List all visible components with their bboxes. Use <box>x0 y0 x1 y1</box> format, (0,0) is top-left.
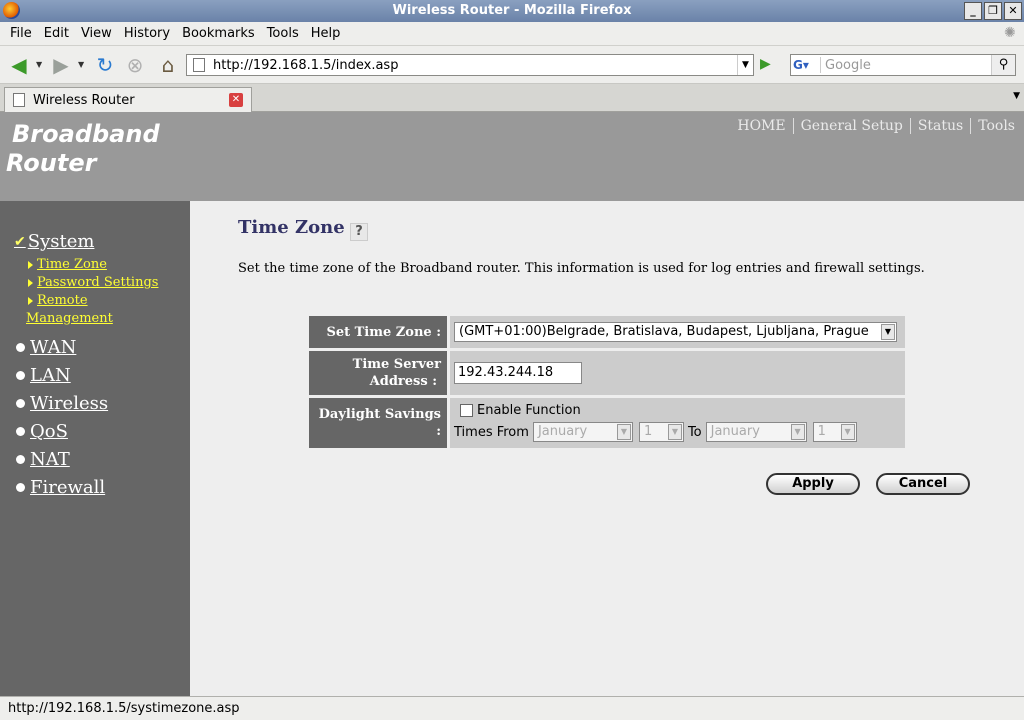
topnav-general-setup[interactable]: General Setup <box>792 118 910 134</box>
times-from-label: Times From <box>454 424 529 440</box>
sidebar-item-nat[interactable]: NAT <box>16 449 70 470</box>
time-zone-form: Set Time Zone : (GMT+01:00)Belgrade, Bra… <box>309 313 905 451</box>
arrow-right-icon <box>28 278 33 287</box>
daylight-savings-row: Daylight Savings: Enable Function Times … <box>309 398 905 448</box>
minimize-button[interactable]: _ <box>964 2 982 20</box>
menu-edit[interactable]: Edit <box>38 26 75 41</box>
menu-history[interactable]: History <box>118 26 176 41</box>
sidebar-item-wan[interactable]: WAN <box>16 337 76 358</box>
sidebar: ✔ System Time Zone Password Settings Rem… <box>0 201 190 696</box>
chevron-down-icon: ▼ <box>667 424 682 440</box>
sidebar-subitem-time-zone[interactable]: Time Zone <box>28 257 107 272</box>
menu-bookmarks[interactable]: Bookmarks <box>176 26 261 41</box>
bullet-icon <box>16 427 25 436</box>
menu-file[interactable]: File <box>4 26 38 41</box>
bullet-icon <box>16 399 25 408</box>
search-engine-icon[interactable]: G▾ <box>793 57 821 73</box>
search-placeholder: Google <box>825 58 871 73</box>
sidebar-item-firewall[interactable]: Firewall <box>16 477 105 498</box>
tab-list-chevron-icon[interactable]: ▼ <box>1013 91 1020 101</box>
to-day-select[interactable]: 1 ▼ <box>812 422 857 442</box>
page-description: Set the time zone of the Broadband route… <box>238 261 925 276</box>
topnav-home[interactable]: HOME <box>730 118 792 134</box>
search-box[interactable]: G▾ Google ⚲ <box>790 54 1016 76</box>
topnav-tools[interactable]: Tools <box>970 118 1022 134</box>
sidebar-subitem-password-settings[interactable]: Password Settings <box>28 275 158 290</box>
chevron-down-icon: ▼ <box>840 424 855 440</box>
help-icon[interactable]: ? <box>350 223 368 241</box>
chevron-down-icon: ▼ <box>881 324 895 340</box>
sidebar-subitem-management[interactable]: Management <box>26 311 113 326</box>
back-arrow-icon[interactable]: ◀ <box>6 52 32 78</box>
window-titlebar: Wireless Router - Mozilla Firefox _ ❐ ✕ <box>0 0 1024 22</box>
time-server-input[interactable]: 192.43.244.18 <box>454 362 582 384</box>
sidebar-subitem-remote[interactable]: Remote <box>28 293 88 308</box>
tab-page-icon <box>13 93 25 107</box>
time-server-row: Time Server Address : 192.43.244.18 <box>309 351 905 395</box>
url-dropdown-icon[interactable]: ▼ <box>737 55 753 75</box>
bullet-icon <box>16 455 25 464</box>
top-navigation: HOME General Setup Status Tools <box>730 118 1022 134</box>
chevron-down-icon: ▼ <box>616 424 631 440</box>
router-header: Broadband Router HOME General Setup Stat… <box>0 112 1024 201</box>
from-day-select[interactable]: 1 ▼ <box>638 422 684 442</box>
cancel-button[interactable]: Cancel <box>876 473 970 495</box>
tab-label: Wireless Router <box>33 93 135 108</box>
page-title: Time Zone <box>238 217 345 238</box>
to-month-select[interactable]: January ▼ <box>705 422 807 442</box>
checkmark-icon: ✔ <box>14 233 26 250</box>
apply-button[interactable]: Apply <box>766 473 860 495</box>
main-content: Time Zone ? Set the time zone of the Bro… <box>190 201 1024 696</box>
bullet-icon <box>16 371 25 380</box>
chevron-down-icon: ▼ <box>790 424 805 440</box>
arrow-right-icon <box>28 296 33 305</box>
arrow-right-icon <box>28 260 33 269</box>
sidebar-item-system[interactable]: ✔ System <box>14 231 94 252</box>
sidebar-item-qos[interactable]: QoS <box>16 421 68 442</box>
status-text: http://192.168.1.5/systimezone.asp <box>8 701 240 716</box>
search-magnifier-icon[interactable]: ⚲ <box>991 55 1015 75</box>
timezone-row: Set Time Zone : (GMT+01:00)Belgrade, Bra… <box>309 316 905 348</box>
brand-logo: Broadband Router <box>6 120 160 177</box>
menu-bar: File Edit View History Bookmarks Tools H… <box>0 22 1024 46</box>
home-icon[interactable]: ⌂ <box>155 52 181 78</box>
forward-arrow-icon[interactable]: ▶ <box>48 52 74 78</box>
timezone-label: Set Time Zone : <box>309 316 447 348</box>
forward-history-chevron-icon[interactable]: ▼ <box>78 60 84 69</box>
menu-view[interactable]: View <box>75 26 118 41</box>
window-title: Wireless Router - Mozilla Firefox <box>392 3 632 18</box>
menu-tools[interactable]: Tools <box>261 26 305 41</box>
time-server-label: Time Server Address : <box>309 351 447 395</box>
from-month-select[interactable]: January ▼ <box>532 422 633 442</box>
topnav-status[interactable]: Status <box>909 118 970 134</box>
bullet-icon <box>16 343 25 352</box>
url-bar[interactable]: http://192.168.1.5/index.asp ▼ <box>186 54 754 76</box>
throbber-icon: ✺ <box>1004 25 1016 41</box>
back-history-chevron-icon[interactable]: ▼ <box>36 60 42 69</box>
sidebar-item-lan[interactable]: LAN <box>16 365 71 386</box>
maximize-button[interactable]: ❐ <box>984 2 1002 20</box>
enable-function-checkbox[interactable] <box>460 404 473 417</box>
tab-close-icon[interactable]: ✕ <box>229 93 243 107</box>
url-text: http://192.168.1.5/index.asp <box>213 58 399 73</box>
menu-help[interactable]: Help <box>305 26 347 41</box>
tab-wireless-router[interactable]: Wireless Router ✕ <box>4 87 252 112</box>
page-icon <box>193 58 205 72</box>
daylight-savings-label: Daylight Savings: <box>309 398 447 448</box>
timezone-select[interactable]: (GMT+01:00)Belgrade, Bratislava, Budapes… <box>454 322 897 342</box>
go-arrow-icon[interactable]: ▶ <box>760 56 771 72</box>
close-window-button[interactable]: ✕ <box>1004 2 1022 20</box>
sidebar-item-wireless[interactable]: Wireless <box>16 393 108 414</box>
stop-icon[interactable]: ⊗ <box>122 52 148 78</box>
tab-strip: Wireless Router ✕ ▼ <box>0 84 1024 112</box>
bullet-icon <box>16 483 25 492</box>
to-label: To <box>687 424 702 440</box>
enable-function-label: Enable Function <box>477 403 581 418</box>
reload-icon[interactable]: ↻ <box>92 52 118 78</box>
status-bar: http://192.168.1.5/systimezone.asp <box>0 696 1024 720</box>
